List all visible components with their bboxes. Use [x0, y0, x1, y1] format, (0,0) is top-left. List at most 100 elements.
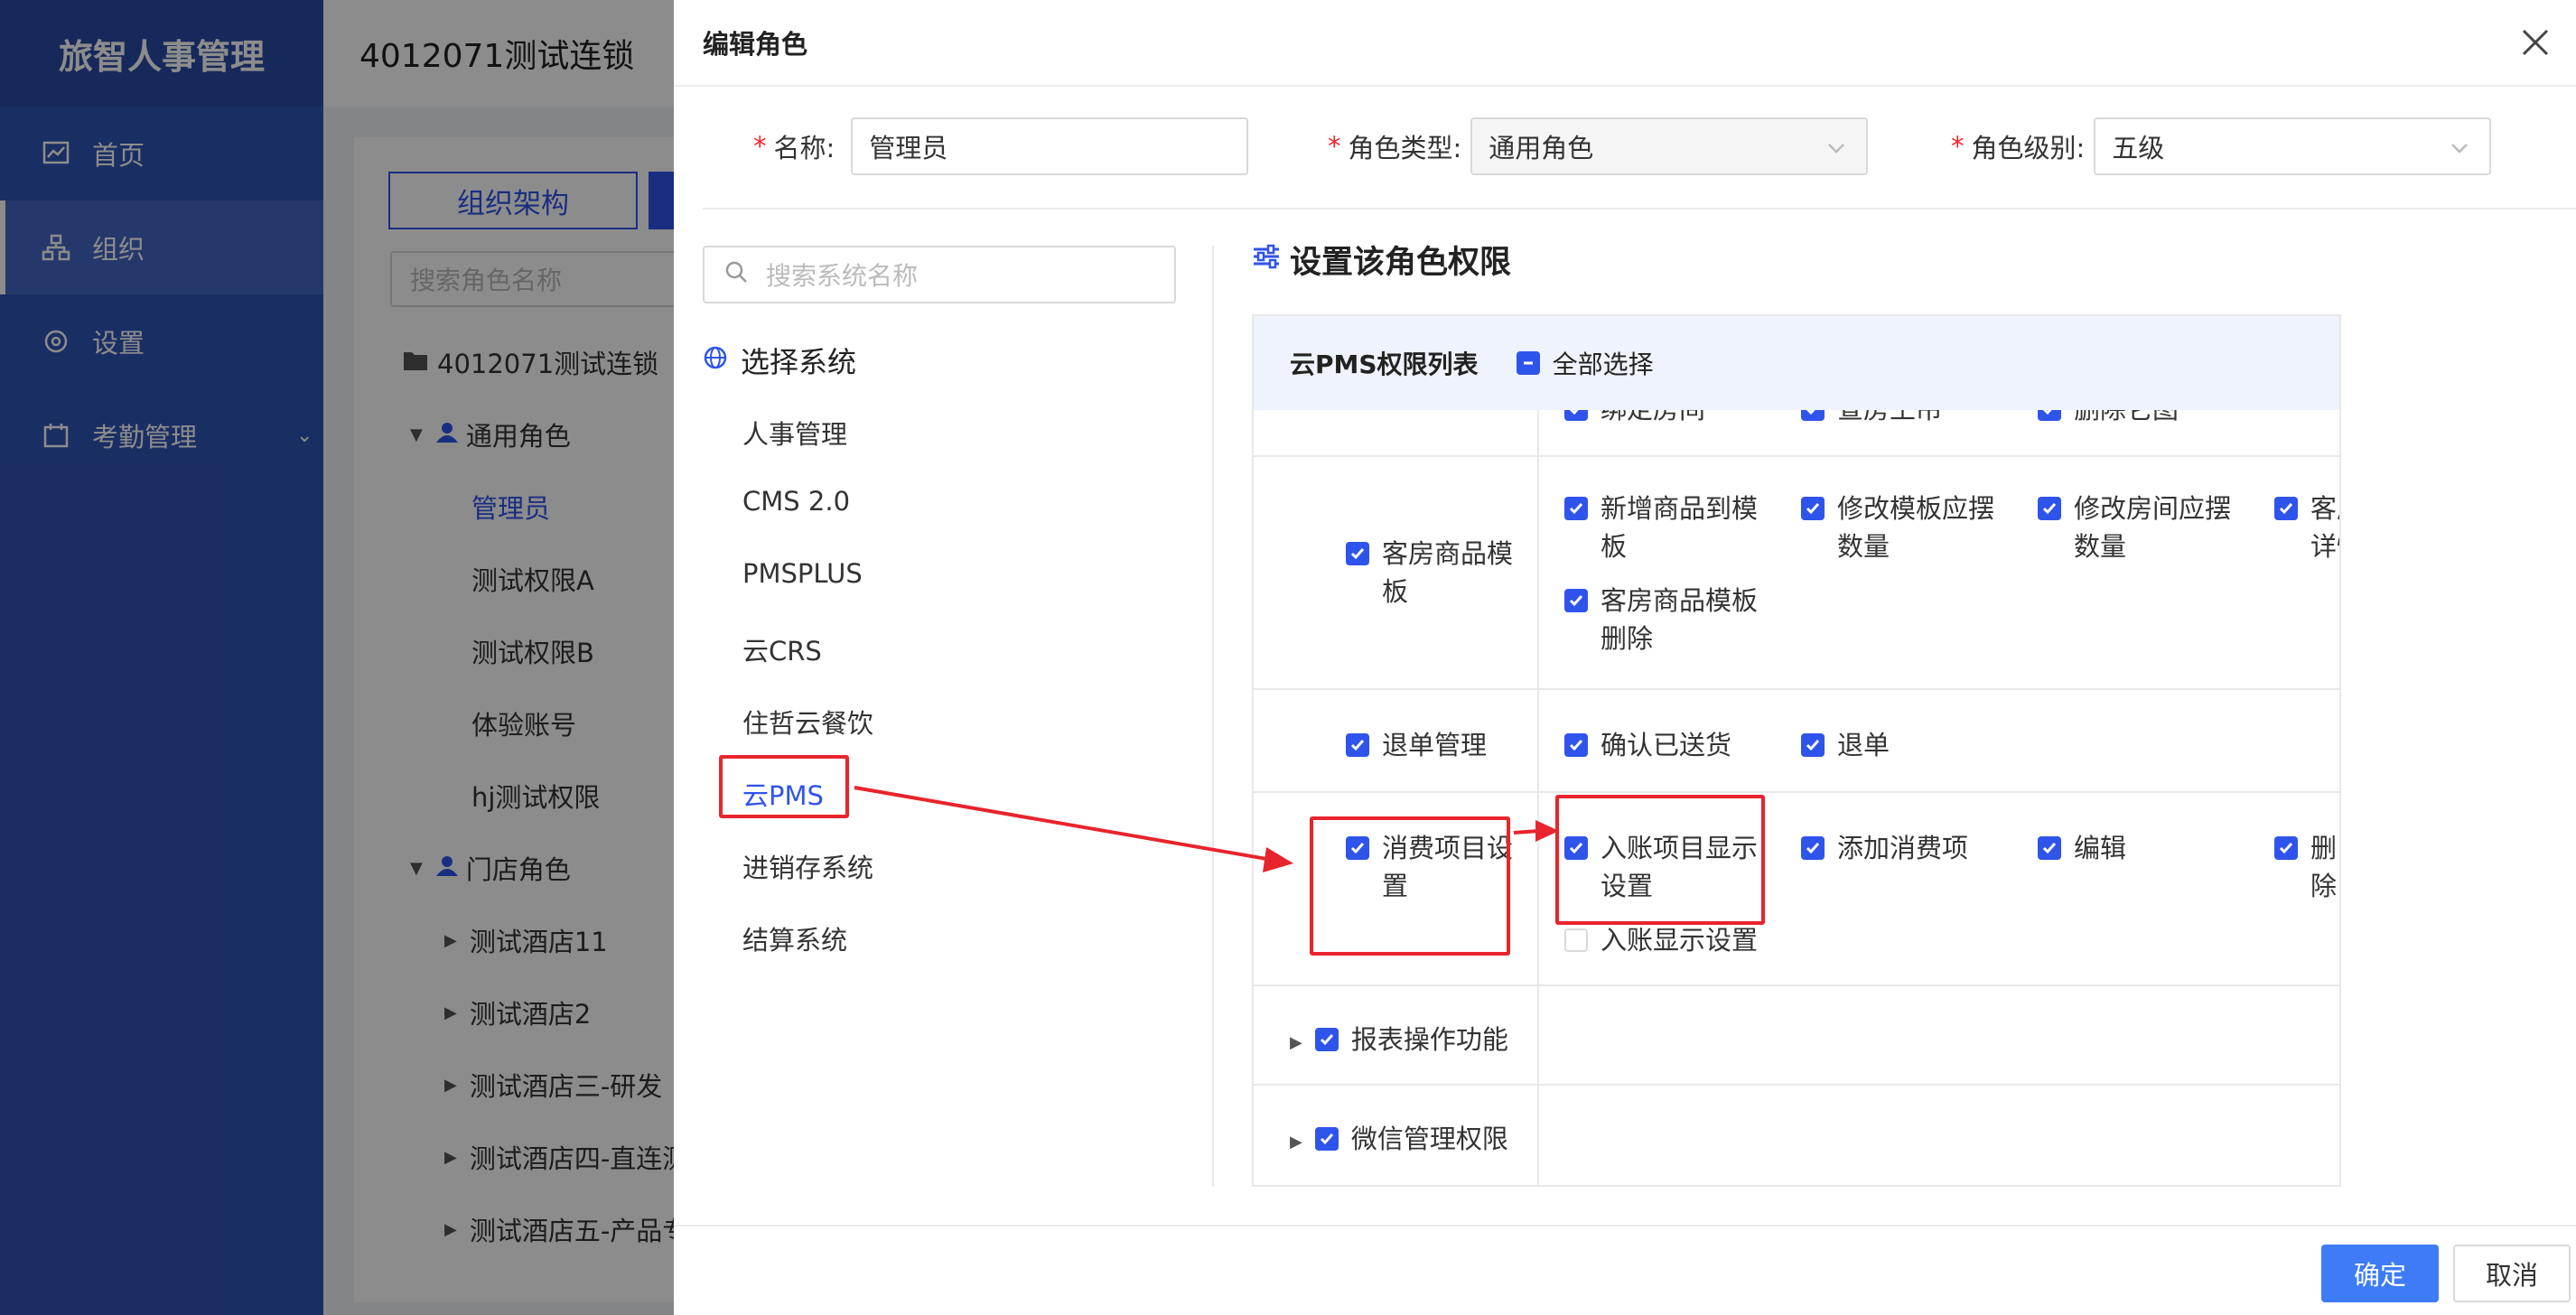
name-value: 管理员: [869, 133, 948, 163]
divider: [703, 208, 2576, 210]
name-label: 名称:: [773, 133, 835, 163]
indeterminate-checkbox-icon: [1516, 351, 1540, 375]
system-item[interactable]: 进销存系统: [742, 847, 873, 885]
checkbox-checked-icon: [2038, 497, 2061, 520]
permission-group-checkbox[interactable]: 客房商品模板: [1346, 535, 1526, 611]
required-mark: *: [1328, 131, 1341, 162]
checkbox-unchecked-icon: [1564, 928, 1588, 952]
close-icon[interactable]: [2513, 20, 2558, 65]
checkbox-checked-icon: [1564, 497, 1588, 520]
system-item[interactable]: 人事管理: [742, 414, 847, 452]
role-level-value: 五级: [2112, 133, 2165, 163]
annotation-box-group: [1310, 816, 1510, 956]
role-level-field-row: * 角色级别: 五级: [1951, 117, 2492, 175]
system-search-input[interactable]: 搜索系统名称: [703, 246, 1176, 303]
permission-row-partial: 绑定房间 查房王吊 删除它图: [1254, 410, 2339, 446]
select-all-label: 全部选择: [1552, 350, 1654, 379]
checkbox-checked-icon: [2038, 410, 2061, 421]
permission-label: 修改房间应摆数量: [2074, 493, 2232, 562]
system-item[interactable]: 云CRS: [742, 630, 822, 668]
permission-checkbox[interactable]: 编辑: [2038, 829, 2126, 867]
row-divider: [1254, 984, 2339, 986]
checkbox-checked-icon: [2274, 836, 2298, 860]
permission-label: 删除它图: [2074, 410, 2179, 428]
system-item[interactable]: CMS 2.0: [742, 486, 850, 517]
permission-checkbox[interactable]: 客房商品模板详情: [2274, 490, 2339, 565]
checkbox-checked-icon: [1346, 542, 1369, 565]
system-section-title: 选择系统: [703, 340, 856, 381]
permission-section-title: 设置该角色权限: [1252, 237, 1511, 283]
role-level-select[interactable]: 五级: [2094, 117, 2492, 175]
column-divider: [1537, 410, 1539, 1185]
search-placeholder: 搜索系统名称: [766, 261, 919, 291]
confirm-button[interactable]: 确定: [2321, 1245, 2439, 1302]
permission-label: 查房王吊: [1837, 410, 1942, 428]
cancel-button[interactable]: 取消: [2453, 1245, 2571, 1302]
permission-title-label: 设置该角色权限: [1290, 245, 1512, 281]
permission-checkbox[interactable]: 绑定房间: [1564, 410, 1705, 428]
permission-label: 删除: [2310, 833, 2338, 901]
name-field-row: * 名称: 管理员: [753, 117, 1249, 175]
permission-label: 修改模板应摆数量: [1837, 493, 1995, 562]
permission-list-title: 云PMS权限列表: [1290, 350, 1479, 379]
role-type-label: 角色类型:: [1348, 133, 1462, 163]
permission-checkbox[interactable]: 新增商品到模板: [1564, 490, 1781, 565]
row-divider: [1254, 1084, 2339, 1086]
permission-checkbox[interactable]: 确认已送货: [1564, 726, 1731, 764]
drawer-header: 编辑角色: [674, 0, 2576, 87]
drawer-title: 编辑角色: [703, 29, 808, 60]
permission-label: 编辑: [2074, 833, 2127, 863]
role-level-label: 角色级别:: [1971, 133, 2086, 163]
row-divider: [1254, 791, 2339, 793]
permission-label: 绑定房间: [1601, 410, 1705, 428]
checkbox-checked-icon: [1801, 836, 1825, 860]
permission-label: 退单: [1837, 730, 1890, 760]
permission-checkbox[interactable]: 删除: [2274, 829, 2339, 905]
permission-label: 新增商品到模板: [1601, 493, 1759, 562]
checkbox-checked-icon: [1314, 1127, 1339, 1151]
role-type-field-row: * 角色类型: 通用角色: [1328, 117, 1869, 175]
system-item[interactable]: PMSPLUS: [742, 558, 863, 589]
system-item[interactable]: 结算系统: [742, 919, 847, 957]
search-icon: [724, 260, 748, 290]
divider: [1212, 246, 1214, 1187]
permission-checkbox[interactable]: 修改房间应摆数量: [2038, 490, 2254, 565]
row-divider: [1254, 455, 2339, 457]
permission-label: 客房商品模板详情: [2310, 493, 2339, 562]
permission-table-header: 云PMS权限列表 全部选择: [1254, 316, 2339, 410]
name-input[interactable]: 管理员: [851, 117, 1249, 175]
system-item[interactable]: 住哲云餐饮: [742, 703, 873, 741]
select-all-checkbox[interactable]: 全部选择: [1516, 345, 1654, 381]
caret-right-icon: ▶: [1290, 1133, 1302, 1152]
required-mark: *: [753, 131, 767, 162]
checkbox-checked-icon: [2274, 497, 2298, 520]
permission-checkbox[interactable]: 修改模板应摆数量: [1801, 490, 2018, 565]
edit-role-drawer: 编辑角色 * 名称: 管理员 * 角色类型: 通用角色 * 角色级别: 五级 搜…: [674, 0, 2576, 1315]
chevron-down-icon: [1825, 135, 1848, 166]
permission-label: 客房商品模板删除: [1601, 585, 1759, 654]
permission-checkbox[interactable]: 退单: [1801, 726, 1890, 764]
checkbox-checked-icon: [1564, 733, 1588, 757]
checkbox-checked-icon: [1346, 733, 1369, 757]
required-mark: *: [1951, 131, 1965, 162]
permission-label: 确认已送货: [1601, 730, 1732, 760]
footer-divider: [674, 1225, 2576, 1226]
annotation-box-system: [719, 755, 849, 818]
checkbox-checked-icon: [1801, 733, 1825, 757]
permission-group-label: 退单管理: [1382, 730, 1488, 760]
permission-group-collapsed[interactable]: ▶ 微信管理权限: [1290, 1120, 1508, 1161]
permission-group-checkbox[interactable]: 退单管理: [1346, 726, 1487, 764]
checkbox-checked-icon: [1801, 497, 1825, 520]
role-type-select[interactable]: 通用角色: [1470, 117, 1869, 175]
permission-checkbox[interactable]: 查房王吊: [1801, 410, 1942, 428]
role-type-value: 通用角色: [1489, 133, 1594, 163]
permission-checkbox[interactable]: 添加消费项: [1801, 829, 1968, 867]
permission-checkbox[interactable]: 入账显示设置: [1564, 921, 1758, 959]
permission-group-collapsed[interactable]: ▶ 报表操作功能: [1290, 1021, 1508, 1062]
permission-checkbox[interactable]: 删除它图: [2038, 410, 2179, 428]
permission-checkbox[interactable]: 客房商品模板删除: [1564, 582, 1781, 658]
checkbox-checked-icon: [2038, 836, 2061, 860]
permission-label: 入账显示设置: [1601, 925, 1759, 956]
sliders-icon: [1252, 242, 1281, 278]
permission-table-body: 绑定房间 查房王吊 删除它图 客房商品模板 新增商品到模板 修改模板应摆数量 修…: [1254, 410, 2339, 1185]
